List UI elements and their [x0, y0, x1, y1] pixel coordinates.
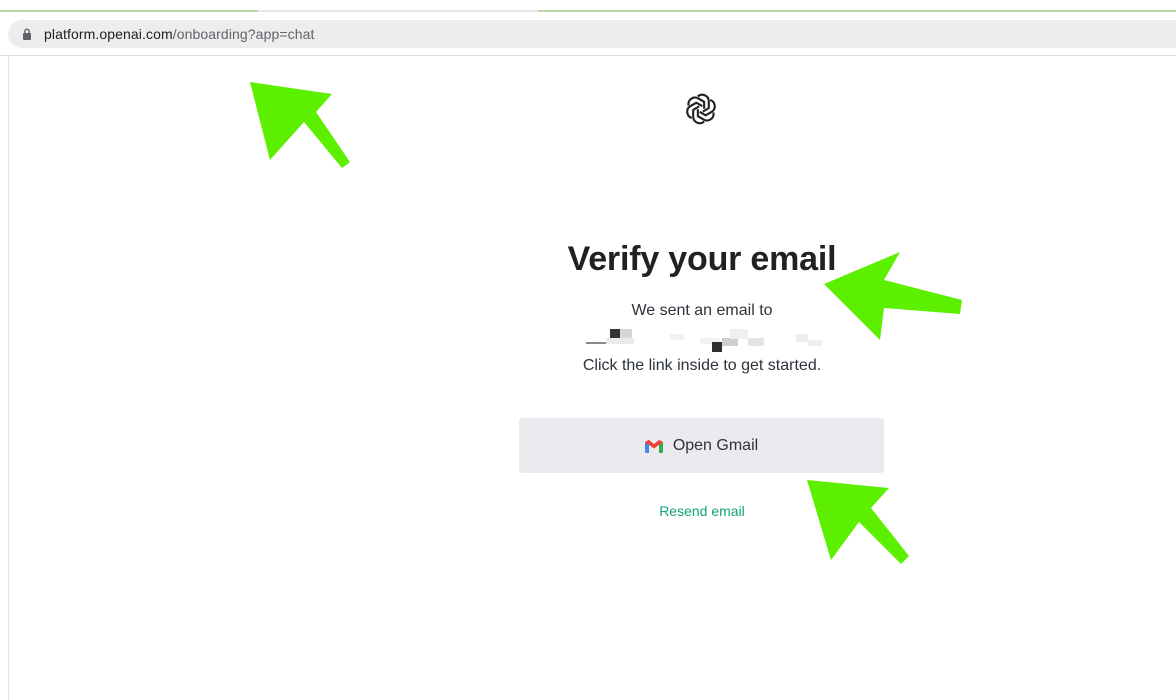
annotation-arrow-icon: [250, 82, 350, 168]
gmail-icon: [644, 439, 663, 453]
url-path: /onboarding?app=chat: [172, 26, 315, 42]
lock-icon: [20, 27, 34, 41]
instructions-text: Click the link inside to get started.: [582, 357, 822, 374]
resend-email-link[interactable]: Resend email: [600, 503, 804, 519]
url-host: platform.openai.com: [44, 26, 173, 42]
openai-logo-icon: [683, 91, 719, 127]
open-gmail-button[interactable]: Open Gmail: [519, 418, 884, 473]
annotation-arrow-icon: [807, 480, 909, 564]
tab-indicator: [258, 10, 538, 12]
address-bar[interactable]: platform.openai.com/onboarding?app=chat: [8, 20, 1176, 48]
browser-tab-strip: [0, 0, 1176, 12]
redacted-email-address: [570, 326, 850, 352]
tab-indicator: [538, 10, 1176, 12]
annotation-arrow-icon: [824, 252, 962, 340]
page-edge: [8, 56, 9, 700]
tab-indicator: [0, 10, 258, 12]
open-gmail-label: Open Gmail: [672, 436, 759, 454]
chrome-divider: [0, 55, 1176, 56]
